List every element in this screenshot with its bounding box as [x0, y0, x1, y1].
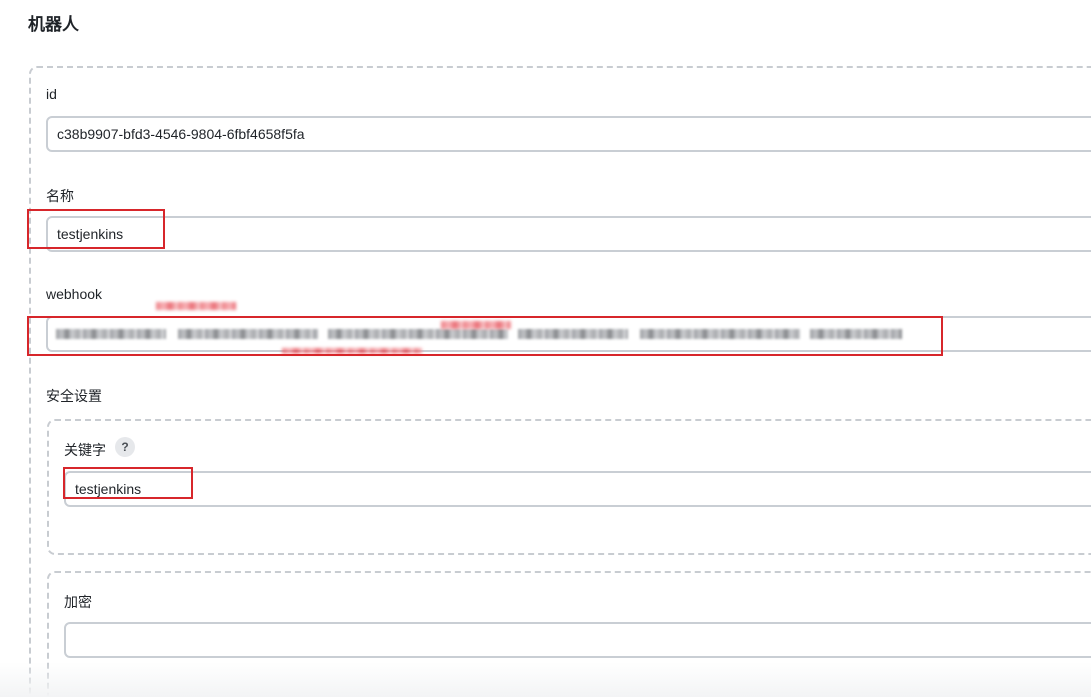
- encryption-input[interactable]: [64, 622, 1091, 658]
- keyword-label: 关键字: [64, 442, 106, 458]
- webhook-redacted-value: [46, 302, 946, 354]
- help-icon[interactable]: ?: [115, 437, 135, 457]
- robot-config-page: 机器人 id c38b9907-bfd3-4546-9804-6fbf4658f…: [0, 0, 1091, 697]
- webhook-label: webhook: [46, 286, 103, 302]
- name-label: 名称: [46, 188, 74, 204]
- keyword-input[interactable]: testjenkins: [64, 471, 1091, 507]
- id-label: id: [46, 86, 57, 102]
- id-input[interactable]: c38b9907-bfd3-4546-9804-6fbf4658f5fa: [46, 116, 1091, 152]
- encryption-label: 加密: [64, 594, 92, 610]
- security-settings-label: 安全设置: [46, 388, 102, 404]
- section-title: 机器人: [28, 15, 79, 34]
- name-input[interactable]: testjenkins: [46, 216, 1091, 252]
- bottom-fade: [0, 662, 1091, 697]
